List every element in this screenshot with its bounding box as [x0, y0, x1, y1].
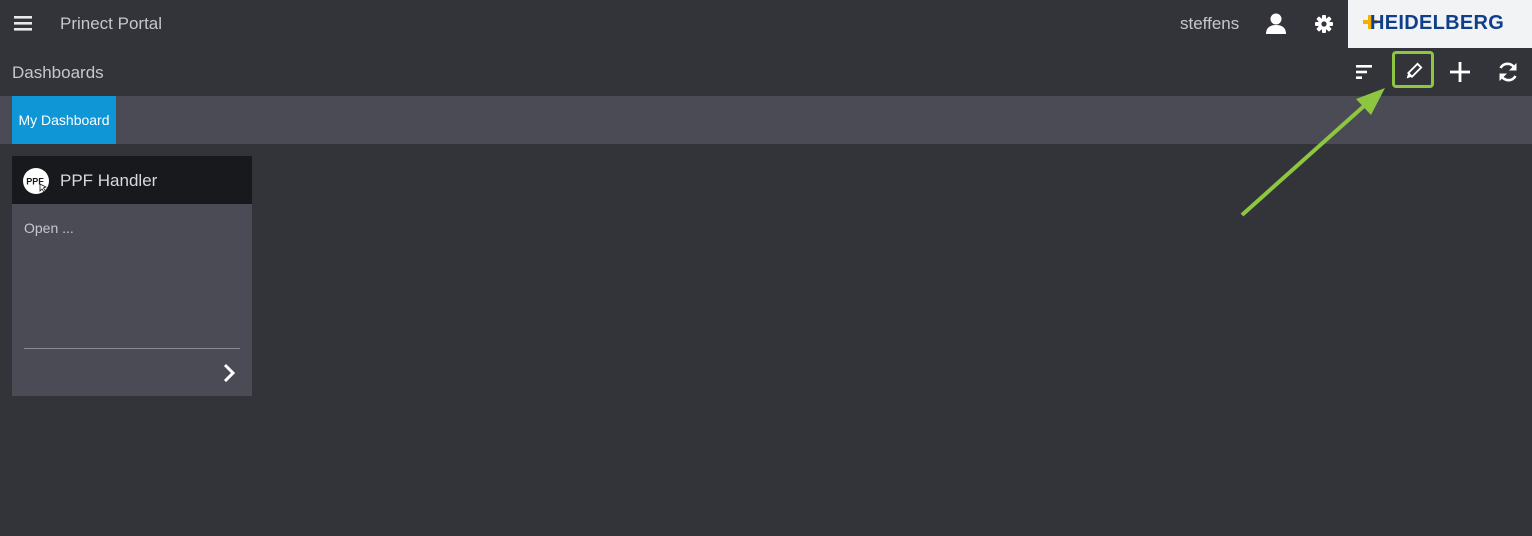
widget-header: PPF PPF Handler [12, 156, 252, 204]
app-title: Prinect Portal [60, 14, 163, 33]
page-title: Dashboards [12, 63, 104, 82]
username-label[interactable]: steffens [1180, 14, 1239, 34]
widget-title: PPF Handler [60, 171, 158, 190]
sort-icon[interactable] [1350, 58, 1378, 86]
heidelberg-logo: HEIDELBERG [1348, 0, 1532, 48]
logo-text: HEIDELBERG [1370, 12, 1505, 34]
refresh-icon[interactable] [1494, 58, 1522, 86]
menu-icon[interactable] [14, 14, 34, 34]
ppf-handler-widget: PPF PPF Handler Open ... [12, 156, 252, 396]
gear-icon[interactable] [1312, 12, 1336, 36]
widget-open-link[interactable]: Open ... [24, 220, 74, 236]
dashboard-tab-bar: My Dashboard [0, 96, 1532, 144]
user-icon[interactable] [1263, 12, 1289, 36]
ppf-icon: PPF [22, 167, 50, 195]
top-bar: Prinect Portal steffens HEIDELBERG [0, 0, 1532, 48]
chevron-right-icon[interactable] [218, 362, 240, 384]
tab-my-dashboard[interactable]: My Dashboard [12, 96, 116, 144]
dashboards-toolbar: Dashboards [0, 48, 1532, 96]
widget-divider [24, 348, 240, 349]
edit-button-highlight [1392, 51, 1434, 88]
plus-icon[interactable] [1446, 58, 1474, 86]
